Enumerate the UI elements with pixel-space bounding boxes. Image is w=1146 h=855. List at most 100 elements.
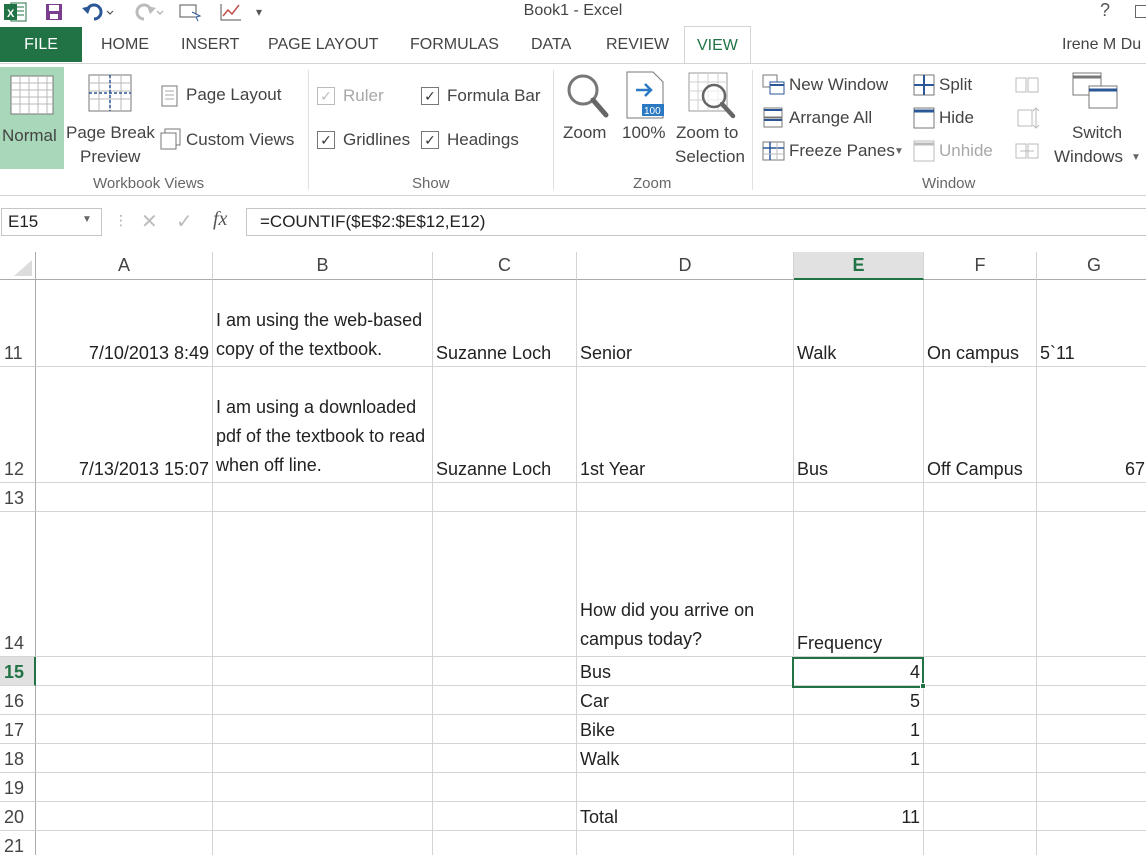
cell-b17[interactable] (213, 715, 433, 744)
freeze-panes-label[interactable]: Freeze Panes (789, 141, 895, 161)
cell-f16[interactable] (924, 686, 1037, 715)
side-by-side-icons[interactable] (1014, 74, 1040, 164)
cell-c12[interactable]: Suzanne Loch (433, 367, 577, 483)
cell-g12[interactable]: 67 (1037, 367, 1146, 483)
cell-a20[interactable] (36, 802, 213, 831)
row-header-21[interactable]: 21 (0, 831, 36, 855)
switch-windows-label[interactable]: Switch (1072, 123, 1122, 143)
zoom-to-selection-icon[interactable] (688, 72, 736, 120)
column-header-c[interactable]: C (433, 252, 577, 280)
row-header-13[interactable]: 13 (0, 483, 36, 512)
cell-b12[interactable]: I am using a downloaded pdf of the textb… (213, 367, 433, 483)
new-window-label[interactable]: New Window (789, 75, 888, 95)
cell-g15[interactable] (1037, 657, 1146, 686)
unhide-icon[interactable] (913, 140, 935, 162)
page-break-preview-label-2[interactable]: Preview (80, 147, 140, 167)
cell-d14[interactable]: How did you arrive on campus today? (577, 512, 794, 657)
zoom-to-selection-label-2[interactable]: Selection (675, 147, 745, 167)
cell-e16[interactable]: 5 (794, 686, 924, 715)
zoom-100-label[interactable]: 100% (622, 123, 665, 143)
cell-a14[interactable] (36, 512, 213, 657)
normal-view-button[interactable]: Normal (0, 67, 64, 169)
cell-e20[interactable]: 11 (794, 802, 924, 831)
user-name[interactable]: Irene M Du (1062, 36, 1141, 54)
cell-a12[interactable]: 7/13/2013 15:07 (36, 367, 213, 483)
tab-view[interactable]: VIEW (684, 26, 751, 64)
cell-d21[interactable] (577, 831, 794, 855)
column-header-a[interactable]: A (36, 252, 213, 280)
cell-a15[interactable] (36, 657, 213, 686)
cell-g14[interactable] (1037, 512, 1146, 657)
select-all-button[interactable] (0, 252, 36, 280)
cell-b13[interactable] (213, 483, 433, 512)
cell-f18[interactable] (924, 744, 1037, 773)
zoom-label[interactable]: Zoom (563, 123, 606, 143)
cell-f17[interactable] (924, 715, 1037, 744)
cell-c15[interactable] (433, 657, 577, 686)
column-header-d[interactable]: D (577, 252, 794, 280)
page-layout-icon[interactable] (160, 85, 180, 107)
cell-e12[interactable]: Bus (794, 367, 924, 483)
insert-function-icon[interactable]: fx (213, 208, 227, 231)
row-header-15[interactable]: 15 (0, 657, 36, 686)
new-window-icon[interactable] (762, 74, 786, 96)
cell-c13[interactable] (433, 483, 577, 512)
cell-e21[interactable] (794, 831, 924, 855)
cell-d12[interactable]: 1st Year (577, 367, 794, 483)
cell-e13[interactable] (794, 483, 924, 512)
custom-views-label[interactable]: Custom Views (186, 130, 294, 150)
zoom-to-selection-label[interactable]: Zoom to (676, 123, 738, 143)
cell-d13[interactable] (577, 483, 794, 512)
arrange-all-icon[interactable] (762, 107, 786, 129)
cell-a19[interactable] (36, 773, 213, 802)
tab-file[interactable]: FILE (0, 27, 82, 62)
cell-f13[interactable] (924, 483, 1037, 512)
cell-d18[interactable]: Walk (577, 744, 794, 773)
row-header-14[interactable]: 14 (0, 512, 36, 657)
cell-d20[interactable]: Total (577, 802, 794, 831)
cell-g19[interactable] (1037, 773, 1146, 802)
cell-a18[interactable] (36, 744, 213, 773)
hide-icon[interactable] (913, 107, 935, 129)
split-icon[interactable] (913, 74, 935, 96)
headings-checkbox[interactable]: ✓ (421, 131, 439, 149)
switch-windows-dropdown-icon[interactable]: ▼ (1131, 152, 1141, 163)
formula-bar-grip-icon[interactable]: ⋮ (114, 212, 128, 229)
freeze-panes-dropdown-icon[interactable]: ▼ (894, 146, 904, 157)
row-header-16[interactable]: 16 (0, 686, 36, 715)
column-header-g[interactable]: G (1037, 252, 1146, 280)
cell-e17[interactable]: 1 (794, 715, 924, 744)
cell-g17[interactable] (1037, 715, 1146, 744)
cell-f21[interactable] (924, 831, 1037, 855)
cell-d16[interactable]: Car (577, 686, 794, 715)
split-label[interactable]: Split (939, 75, 972, 95)
row-header-19[interactable]: 19 (0, 773, 36, 802)
tab-home[interactable]: HOME (101, 27, 149, 63)
cell-b21[interactable] (213, 831, 433, 855)
cell-d15[interactable]: Bus (577, 657, 794, 686)
cell-f19[interactable] (924, 773, 1037, 802)
formula-input[interactable]: =COUNTIF($E$2:$E$12,E12) (246, 208, 1146, 236)
cell-c19[interactable] (433, 773, 577, 802)
cell-g11[interactable]: 5`11 (1037, 280, 1146, 367)
column-header-e[interactable]: E (794, 252, 924, 280)
custom-views-icon[interactable] (160, 128, 182, 150)
cell-b15[interactable] (213, 657, 433, 686)
tab-formulas[interactable]: FORMULAS (410, 27, 499, 63)
tab-insert[interactable]: INSERT (181, 27, 239, 63)
row-header-12[interactable]: 12 (0, 367, 36, 483)
zoom-icon[interactable] (565, 72, 609, 120)
cell-a11[interactable]: 7/10/2013 8:49 (36, 280, 213, 367)
page-layout-label[interactable]: Page Layout (186, 85, 281, 105)
worksheet-grid[interactable]: A B C D E F G 11 7/10/2013 8:49 I am usi… (0, 252, 1146, 855)
cell-b18[interactable] (213, 744, 433, 773)
gridlines-checkbox[interactable]: ✓ (317, 131, 335, 149)
cell-c14[interactable] (433, 512, 577, 657)
page-break-preview-label[interactable]: Page Break (66, 123, 155, 143)
fill-handle[interactable] (920, 683, 926, 689)
freeze-panes-icon[interactable] (762, 140, 786, 162)
row-header-11[interactable]: 11 (0, 280, 36, 367)
cell-f20[interactable] (924, 802, 1037, 831)
tab-page-layout[interactable]: PAGE LAYOUT (268, 27, 379, 63)
cell-f14[interactable] (924, 512, 1037, 657)
